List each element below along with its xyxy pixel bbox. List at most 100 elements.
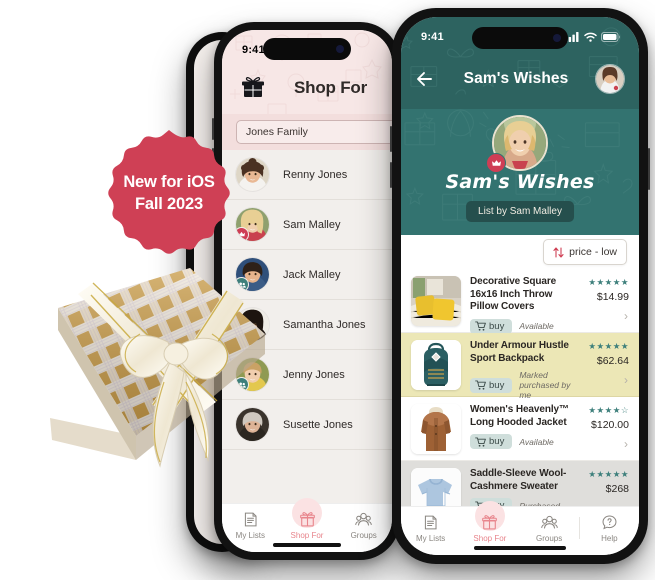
battery-icon	[601, 32, 621, 42]
dynamic-island	[472, 27, 568, 49]
product-thumbnail	[411, 276, 461, 326]
product-meta: ★★★★★ $268	[571, 468, 629, 495]
buy-button[interactable]: buy	[470, 434, 513, 449]
front-camera-icon	[553, 34, 561, 42]
buy-button[interactable]: buy	[470, 318, 513, 334]
front-camera-icon	[336, 45, 344, 53]
tab-shop-for[interactable]: Shop For	[279, 498, 336, 540]
cart-icon	[475, 321, 486, 331]
lists-icon	[425, 515, 437, 530]
clock: 9:41	[242, 44, 265, 56]
product-title: Saddle-Sleeve Wool-Cashmere Sweater	[470, 468, 567, 492]
volume-up-button[interactable]	[390, 126, 392, 152]
product-price: $268	[605, 483, 629, 495]
product-price: $120.00	[591, 419, 629, 431]
new-for-ios-badge: New for iOS Fall 2023	[104, 128, 234, 258]
chevron-right-icon[interactable]: ›	[624, 374, 628, 386]
group-select-value: Jones Family	[246, 126, 308, 138]
person-name: Susette Jones	[283, 418, 353, 431]
volume-down-button[interactable]	[390, 162, 392, 188]
tab-label: Shop For	[473, 534, 507, 543]
help-icon	[602, 515, 617, 530]
home-indicator	[273, 543, 341, 547]
gift-box-logo-icon	[242, 77, 264, 97]
tab-label: My Lists	[235, 531, 265, 540]
product-row[interactable]: Decorative Square 16x16 Inch Throw Pillo…	[401, 269, 639, 334]
product-thumbnail	[411, 404, 461, 454]
chevron-right-icon[interactable]: ›	[624, 438, 628, 450]
groups-icon	[540, 515, 558, 529]
rating-stars: ★★★★★	[588, 277, 629, 287]
product-meta: ★★★★★ $62.64	[571, 340, 629, 367]
badge-text: New for iOS Fall 2023	[104, 128, 234, 258]
home-indicator	[474, 546, 566, 550]
tab-shop-for[interactable]: Shop For	[460, 501, 519, 543]
tab-groups[interactable]: Groups	[335, 504, 392, 540]
product-thumbnail	[411, 340, 461, 390]
list-owner-crown-badge	[486, 153, 506, 173]
gift-icon	[299, 512, 315, 527]
product-meta: ★★★★★ $14.99	[571, 276, 629, 303]
account-avatar[interactable]	[595, 64, 625, 94]
product-list[interactable]: Decorative Square 16x16 Inch Throw Pillo…	[401, 269, 639, 507]
lists-icon	[244, 512, 257, 527]
chevron-right-icon[interactable]: ›	[624, 310, 628, 322]
person-name: Renny Jones	[283, 168, 348, 181]
buy-button[interactable]: buy	[470, 377, 513, 393]
product-title: Women's Heavenly™ Long Hooded Jacket	[470, 404, 569, 428]
product-price: $62.64	[596, 355, 629, 367]
tab-my-lists[interactable]: My Lists	[401, 507, 460, 543]
tab-label: Groups	[350, 531, 377, 540]
hero-title: Sam's Wishes	[445, 171, 595, 193]
person-name: Samantha Jones	[283, 318, 366, 331]
group-select[interactable]: Jones Family	[236, 120, 392, 144]
sort-button[interactable]: price - low	[543, 239, 627, 265]
group-filter-bar: Jones Family	[222, 114, 392, 150]
buy-button-label: buy	[489, 379, 505, 391]
list-item[interactable]: Renny Jones	[222, 150, 392, 200]
avatar	[236, 158, 269, 191]
product-actions: buy Marked purchased by me	[470, 370, 571, 400]
tab-groups[interactable]: Groups	[520, 507, 579, 543]
buy-button-label: buy	[489, 320, 505, 332]
product-status: Available	[519, 321, 554, 331]
front-phone: Sam's Wishes List by Sam Malley Sam's Wi…	[390, 8, 650, 564]
tab-help[interactable]: Help	[580, 507, 639, 543]
navbar-title: Sam's Wishes	[463, 70, 569, 87]
thumb-sweater	[411, 468, 461, 507]
product-meta: ★★★★☆ $120.00	[571, 404, 629, 431]
person-name: Jack Malley	[283, 268, 341, 281]
groups-icon	[355, 512, 372, 526]
cart-icon	[475, 436, 486, 447]
navbar: Sam's Wishes	[401, 57, 639, 101]
product-title: Under Armour Hustle Sport Backpack	[470, 340, 569, 364]
product-info: Under Armour Hustle Sport Backpack buy M…	[470, 340, 571, 400]
tab-label: Groups	[536, 534, 563, 543]
cart-icon	[475, 380, 486, 390]
power-button[interactable]	[648, 148, 650, 190]
crown-icon	[491, 159, 501, 166]
product-thumbnail	[411, 468, 461, 507]
avatar-account	[596, 65, 624, 93]
thumb-backpack	[411, 340, 461, 390]
tab-my-lists[interactable]: My Lists	[222, 504, 279, 540]
product-row[interactable]: Under Armour Hustle Sport Backpack buy M…	[401, 333, 639, 400]
status-icons	[565, 32, 621, 42]
sort-arrows-icon	[553, 246, 564, 258]
product-status: Available	[519, 436, 554, 447]
product-row[interactable]: Women's Heavenly™ Long Hooded Jacket buy…	[401, 397, 639, 461]
buy-button-label: buy	[489, 436, 505, 447]
sort-row: price - low	[401, 235, 639, 269]
wifi-icon	[584, 32, 597, 42]
avatar-image	[236, 158, 269, 191]
person-name: Sam Malley	[283, 218, 341, 231]
product-actions: buy Available	[470, 434, 571, 449]
tab-label: My Lists	[415, 534, 446, 543]
page-title: Shop For	[294, 78, 367, 97]
badge-line-1: New for iOS	[123, 173, 215, 191]
back-arrow-icon[interactable]	[415, 68, 437, 90]
product-row[interactable]: Saddle-Sleeve Wool-Cashmere Sweater buy …	[401, 461, 639, 507]
tab-label: Help	[601, 534, 618, 543]
product-actions: buy Available	[470, 318, 571, 334]
rating-stars: ★★★★★	[588, 469, 629, 479]
